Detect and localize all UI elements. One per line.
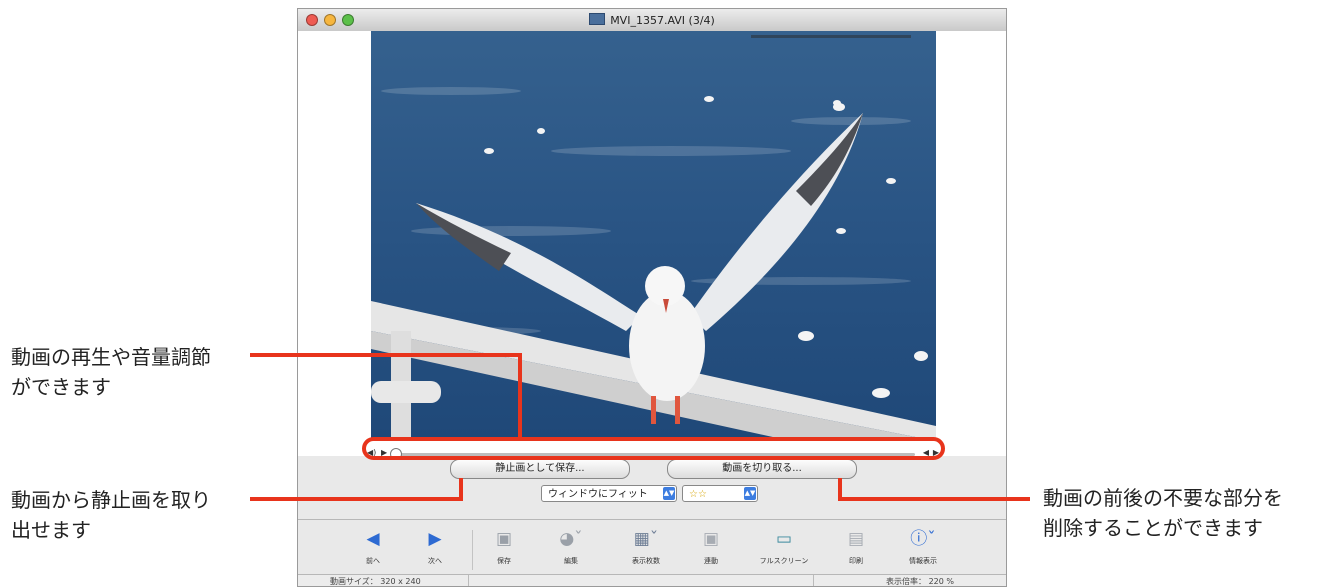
print-button[interactable]: ▤ 印刷	[826, 528, 886, 566]
arrow-right-icon: ▶	[428, 529, 442, 549]
fullscreen-button[interactable]: ▭ フルスクリーン	[754, 528, 814, 566]
trim-leader-horizontal	[838, 497, 1030, 501]
callout-playback: 動画の再生や音量調節 ができます	[11, 342, 211, 402]
view-count-icon: ▦ˇ	[633, 529, 659, 549]
view-count-button[interactable]: ▦ˇ 表示枚数	[616, 528, 676, 566]
edit-icon: ◕ˇ	[559, 529, 583, 549]
toolbar-separator	[472, 530, 473, 570]
window-title: MVI_1357.AVI (3/4)	[610, 14, 715, 27]
fullscreen-icon: ▭	[775, 529, 793, 549]
rating-select-value: ☆☆	[689, 489, 707, 500]
zoom-status: 表示倍率： 220 %	[886, 577, 954, 586]
window-title-wrap: MVI_1357.AVI (3/4)	[298, 13, 1006, 27]
toolbar: ◀ 前へ ▶ 次へ ▣ 保存 ◕ˇ 編集 ▦ˇ 表示枚数 ▣ 連動 ▭ フルスクリーン ▤ 印刷…	[298, 519, 1006, 575]
info-icon: ⓘˇ	[910, 529, 936, 549]
still-leader-horizontal	[250, 497, 463, 501]
save-label: 保存	[497, 557, 511, 565]
movie-file-icon	[589, 13, 606, 25]
callout-still-line2: 出せます	[11, 518, 91, 542]
playback-leader-vertical	[518, 353, 522, 439]
viewer-content: ◀) ▶ ◀ ▶	[298, 31, 1006, 460]
arrow-left-icon: ◀	[366, 529, 380, 549]
info-button[interactable]: ⓘˇ 情報表示	[893, 528, 953, 566]
seagull-photo	[371, 35, 936, 441]
fit-select[interactable]: ウィンドウにフィット ▲▼	[541, 485, 677, 502]
save-button[interactable]: ▣ 保存	[474, 528, 534, 566]
print-label: 印刷	[849, 557, 863, 565]
callout-playback-line2: ができます	[11, 375, 111, 399]
fullscreen-label: フルスクリーン	[759, 557, 809, 565]
fit-select-value: ウィンドウにフィット	[548, 489, 648, 500]
info-label: 情報表示	[909, 557, 937, 565]
prev-label: 前へ	[366, 557, 380, 565]
print-icon: ▤	[847, 529, 865, 549]
title-bar[interactable]: MVI_1357.AVI (3/4)	[298, 9, 1006, 32]
movie-size-status: 動画サイズ： 320 x 240	[330, 577, 421, 586]
next-label: 次へ	[428, 557, 442, 565]
movie-frame	[371, 31, 936, 441]
rating-select[interactable]: ☆☆ ▲▼	[682, 485, 758, 502]
view-count-label: 表示枚数	[632, 557, 660, 565]
status-divider	[468, 575, 469, 586]
callout-trim-line2: 削除することができます	[1043, 516, 1263, 540]
trim-movie-button[interactable]: 動画を切り取る...	[667, 459, 857, 479]
callout-still-line1: 動画から静止画を取り	[11, 488, 211, 512]
callout-trim-line1: 動画の前後の不要な部分を	[1043, 486, 1283, 510]
playback-highlight	[362, 437, 945, 460]
select-arrow-icon: ▲▼	[663, 487, 675, 500]
next-button[interactable]: ▶ 次へ	[405, 528, 465, 566]
save-still-button[interactable]: 静止画として保存...	[450, 459, 630, 479]
sync-icon: ▣	[702, 529, 720, 549]
status-divider	[813, 575, 814, 586]
save-icon: ▣	[495, 529, 513, 549]
sync-label: 連動	[704, 557, 718, 565]
edit-label: 編集	[564, 557, 578, 565]
callout-still-image: 動画から静止画を取り 出せます	[11, 485, 211, 545]
callout-playback-line1: 動画の再生や音量調節	[11, 345, 211, 369]
prev-button[interactable]: ◀ 前へ	[343, 528, 403, 566]
edit-button[interactable]: ◕ˇ 編集	[541, 528, 601, 566]
status-bar: 動画サイズ： 320 x 240 表示倍率： 220 %	[298, 574, 1006, 586]
callout-trim: 動画の前後の不要な部分を 削除することができます	[1043, 483, 1283, 543]
still-leader-vertical	[459, 478, 463, 501]
sync-button[interactable]: ▣ 連動	[681, 528, 741, 566]
select-arrow-icon: ▲▼	[744, 487, 756, 500]
playback-leader-horizontal	[250, 353, 522, 357]
